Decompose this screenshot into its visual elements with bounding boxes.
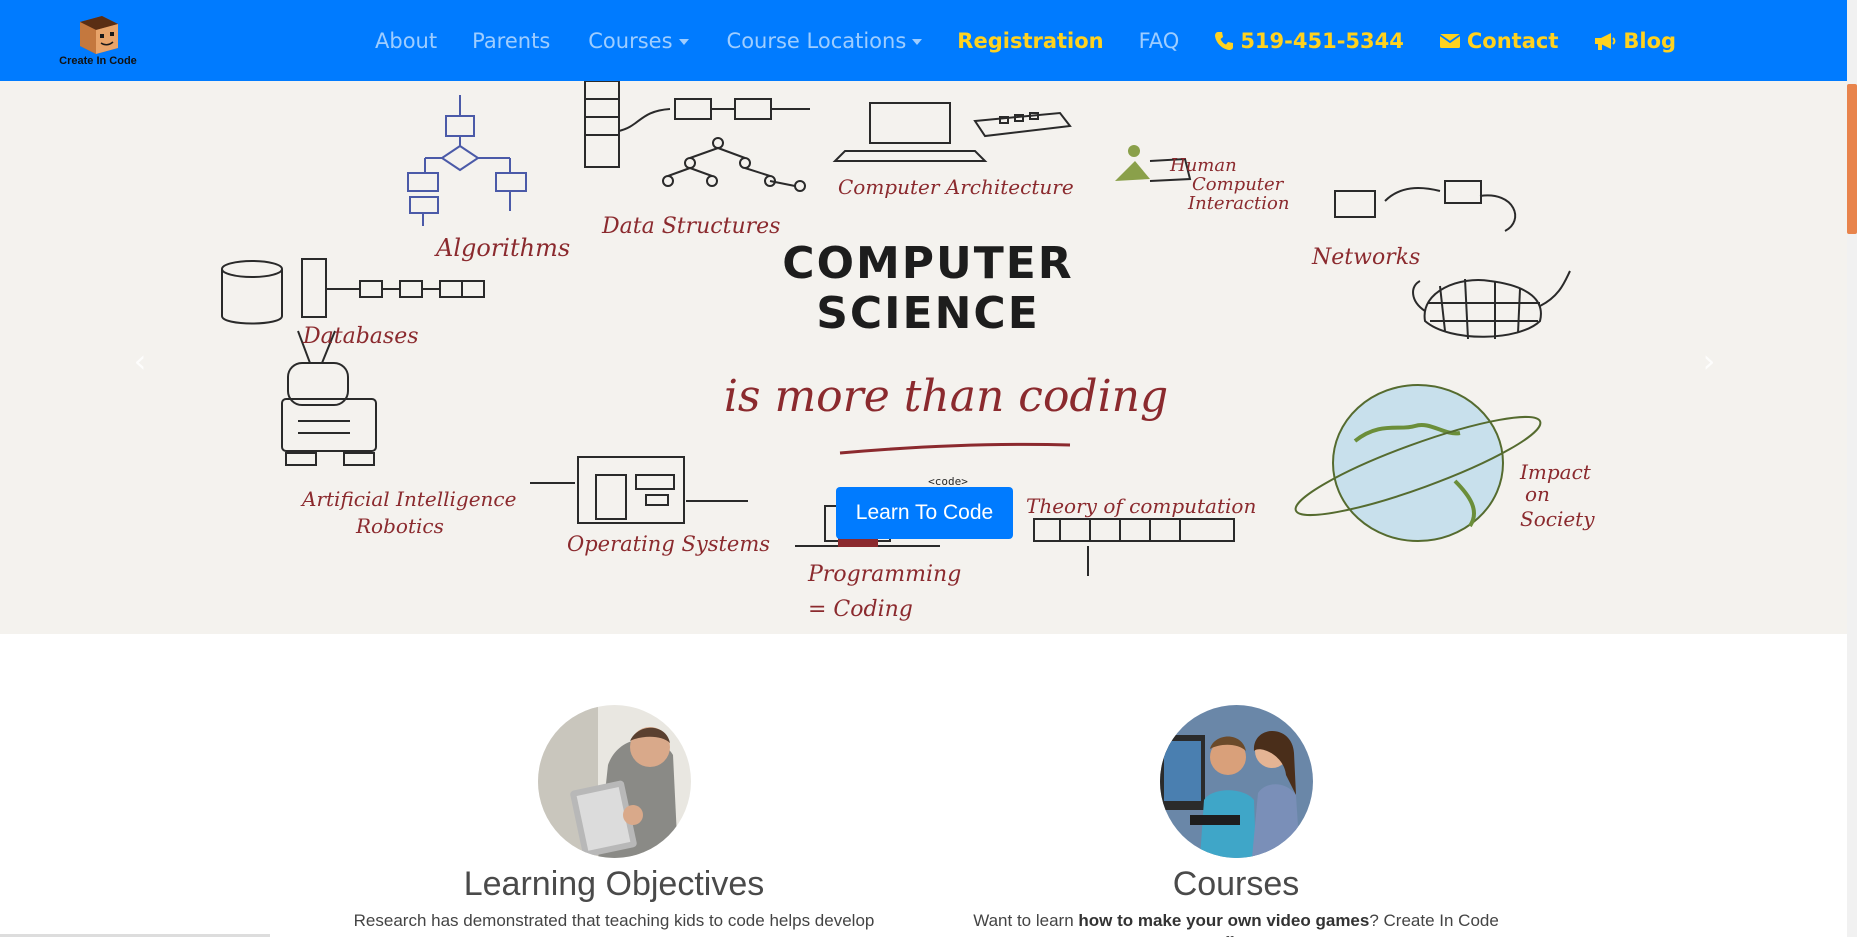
learn-to-code-button[interactable]: Learn To Code xyxy=(836,487,1013,539)
feature-title: Learning Objectives xyxy=(463,865,765,903)
label-hci-3: Interaction xyxy=(1187,193,1289,214)
logo-icon xyxy=(80,16,118,54)
hero-title-line-1: COMPUTER xyxy=(782,238,1073,289)
feature-description-text: Research has demonstrated that teaching … xyxy=(353,911,875,930)
nav-faq-label: FAQ xyxy=(1138,28,1180,53)
caret-down-icon xyxy=(912,38,923,45)
nav-about[interactable]: About xyxy=(375,0,437,81)
feature-description: Want to learn how to make your own video… xyxy=(956,910,1516,937)
nav-faq[interactable]: FAQ xyxy=(1139,0,1180,81)
chevron-left-icon: ‹ xyxy=(133,342,147,380)
nav-phone[interactable]: 519-451-5344 xyxy=(1214,0,1404,81)
caret-down-icon xyxy=(678,38,689,45)
label-operating-systems: Operating Systems xyxy=(567,532,770,556)
feature-text-pre: Want to learn xyxy=(973,911,1079,930)
nav-registration-label: Registration xyxy=(957,28,1104,53)
nav-locations-label: Course Locations xyxy=(726,28,907,53)
nav-parents[interactable]: Parents xyxy=(472,0,550,81)
label-hci-1: Human xyxy=(1169,155,1237,176)
feature-description: Research has demonstrated that teaching … xyxy=(334,910,894,932)
nav-phone-label: 519-451-5344 xyxy=(1240,28,1404,53)
label-on: on xyxy=(1525,482,1550,506)
nav-registration[interactable]: Registration xyxy=(957,0,1103,81)
label-networks: Networks xyxy=(1311,245,1420,270)
main-nav: About Parents Courses Course Locations R… xyxy=(362,0,1676,81)
label-theory-of-computation: Theory of computation xyxy=(1026,494,1256,518)
brand-name: Create In Code xyxy=(59,55,137,67)
label-hci-2: Computer xyxy=(1192,174,1285,195)
feature-learning-objectives: Learning Objectives Research has demonst… xyxy=(334,705,894,932)
label-programming: Programming xyxy=(807,562,961,587)
chevron-right-icon: › xyxy=(1702,342,1716,380)
nav-about-label: About xyxy=(375,28,438,53)
nav-contact-label: Contact xyxy=(1466,28,1559,53)
label-coding: = Coding xyxy=(808,597,913,622)
brand-logo[interactable]: Create In Code xyxy=(48,14,148,70)
learning-objectives-image xyxy=(537,705,691,858)
label-ai: Artificial Intelligence xyxy=(300,487,516,511)
label-computer-architecture: Computer Architecture xyxy=(838,175,1074,199)
nav-courses-dropdown[interactable]: Courses xyxy=(588,0,689,81)
top-navbar: Create In Code About Parents Courses Cou… xyxy=(0,0,1847,81)
label-databases: Databases xyxy=(302,324,419,349)
label-algorithms: Algorithms xyxy=(434,234,570,262)
page: Create In Code About Parents Courses Cou… xyxy=(0,0,1857,937)
nav-locations-dropdown[interactable]: Course Locations xyxy=(727,0,923,81)
hero-carousel: COMPUTER SCIENCE is more than coding <co… xyxy=(0,81,1847,634)
nav-parents-label: Parents xyxy=(472,28,551,53)
page-scrollbar[interactable] xyxy=(1847,0,1857,937)
label-data-structures: Data Structures xyxy=(601,214,780,239)
feature-courses: Courses Want to learn how to make your o… xyxy=(956,705,1516,937)
nav-blog-label: Blog xyxy=(1623,28,1677,53)
label-society: Society xyxy=(1520,507,1595,531)
megaphone-icon xyxy=(1595,32,1616,50)
envelope-icon xyxy=(1439,33,1461,48)
feature-text-bold: how to make your own video games xyxy=(1078,911,1370,930)
phone-icon xyxy=(1215,31,1234,50)
label-robotics: Robotics xyxy=(355,514,444,538)
hero-tagline: is more than coding xyxy=(724,371,1168,422)
carousel-next-button[interactable]: › xyxy=(1694,341,1724,381)
nav-blog[interactable]: Blog xyxy=(1593,0,1676,81)
courses-image xyxy=(1159,705,1313,858)
hero-illustration: COMPUTER SCIENCE is more than coding <co… xyxy=(221,81,1595,622)
feature-title: Courses xyxy=(1172,865,1300,903)
label-impact: Impact xyxy=(1519,460,1592,484)
hero-title-line-2: SCIENCE xyxy=(816,288,1040,339)
nav-contact[interactable]: Contact xyxy=(1439,0,1559,81)
scrollbar-thumb[interactable] xyxy=(1847,84,1857,234)
nav-courses-label: Courses xyxy=(588,28,673,53)
carousel-prev-button[interactable]: ‹ xyxy=(125,341,155,381)
